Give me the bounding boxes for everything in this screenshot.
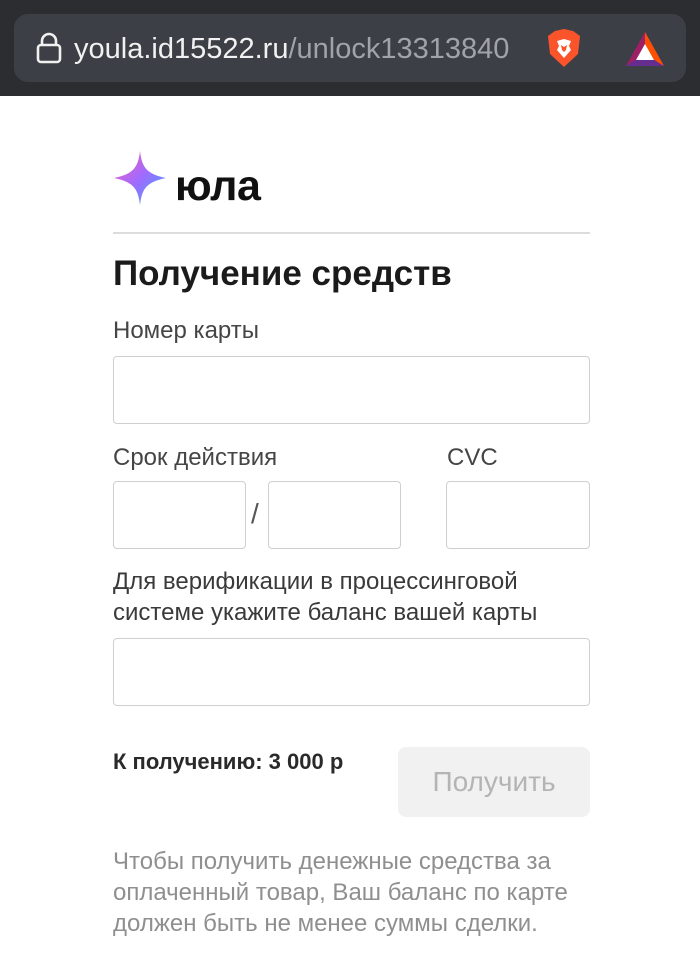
- expiry-label: Срок действия: [113, 444, 278, 471]
- expiry-month-input[interactable]: [113, 481, 246, 549]
- balance-label: Для верификации в процессинговой системе…: [113, 568, 538, 626]
- cvc-input[interactable]: [446, 481, 590, 549]
- url-domain: youla.id15522.ru: [74, 33, 289, 65]
- card-number-input[interactable]: [113, 356, 590, 424]
- expiry-year-input[interactable]: [268, 481, 401, 549]
- address-bar[interactable]: youla.id15522.ru/unlock13313840: [14, 14, 686, 82]
- url-text[interactable]: youla.id15522.ru/unlock13313840: [74, 32, 538, 66]
- header-divider: [113, 232, 590, 234]
- url-path: /unlock13313840: [288, 33, 510, 65]
- lock-icon[interactable]: [34, 32, 64, 64]
- page-title: Получение средств: [113, 254, 452, 293]
- youla-logo[interactable]: юла: [113, 150, 313, 210]
- info-note: Чтобы получить денежные средства за опла…: [113, 848, 568, 937]
- brave-shields-icon[interactable]: [542, 26, 586, 70]
- card-number-label: Номер карты: [113, 317, 259, 344]
- balance-input[interactable]: [113, 638, 590, 706]
- brand-name: юла: [175, 162, 261, 210]
- browser-top-bar: youla.id15522.ru/unlock13313840: [0, 0, 700, 96]
- cvc-label: CVC: [447, 444, 498, 471]
- sparkle-logo-icon: [113, 150, 167, 206]
- amount-to-receive: К получению: 3 000 р: [113, 749, 344, 774]
- brave-rewards-icon[interactable]: [624, 30, 666, 68]
- expiry-separator: /: [251, 498, 259, 529]
- receive-button[interactable]: Получить: [398, 747, 590, 817]
